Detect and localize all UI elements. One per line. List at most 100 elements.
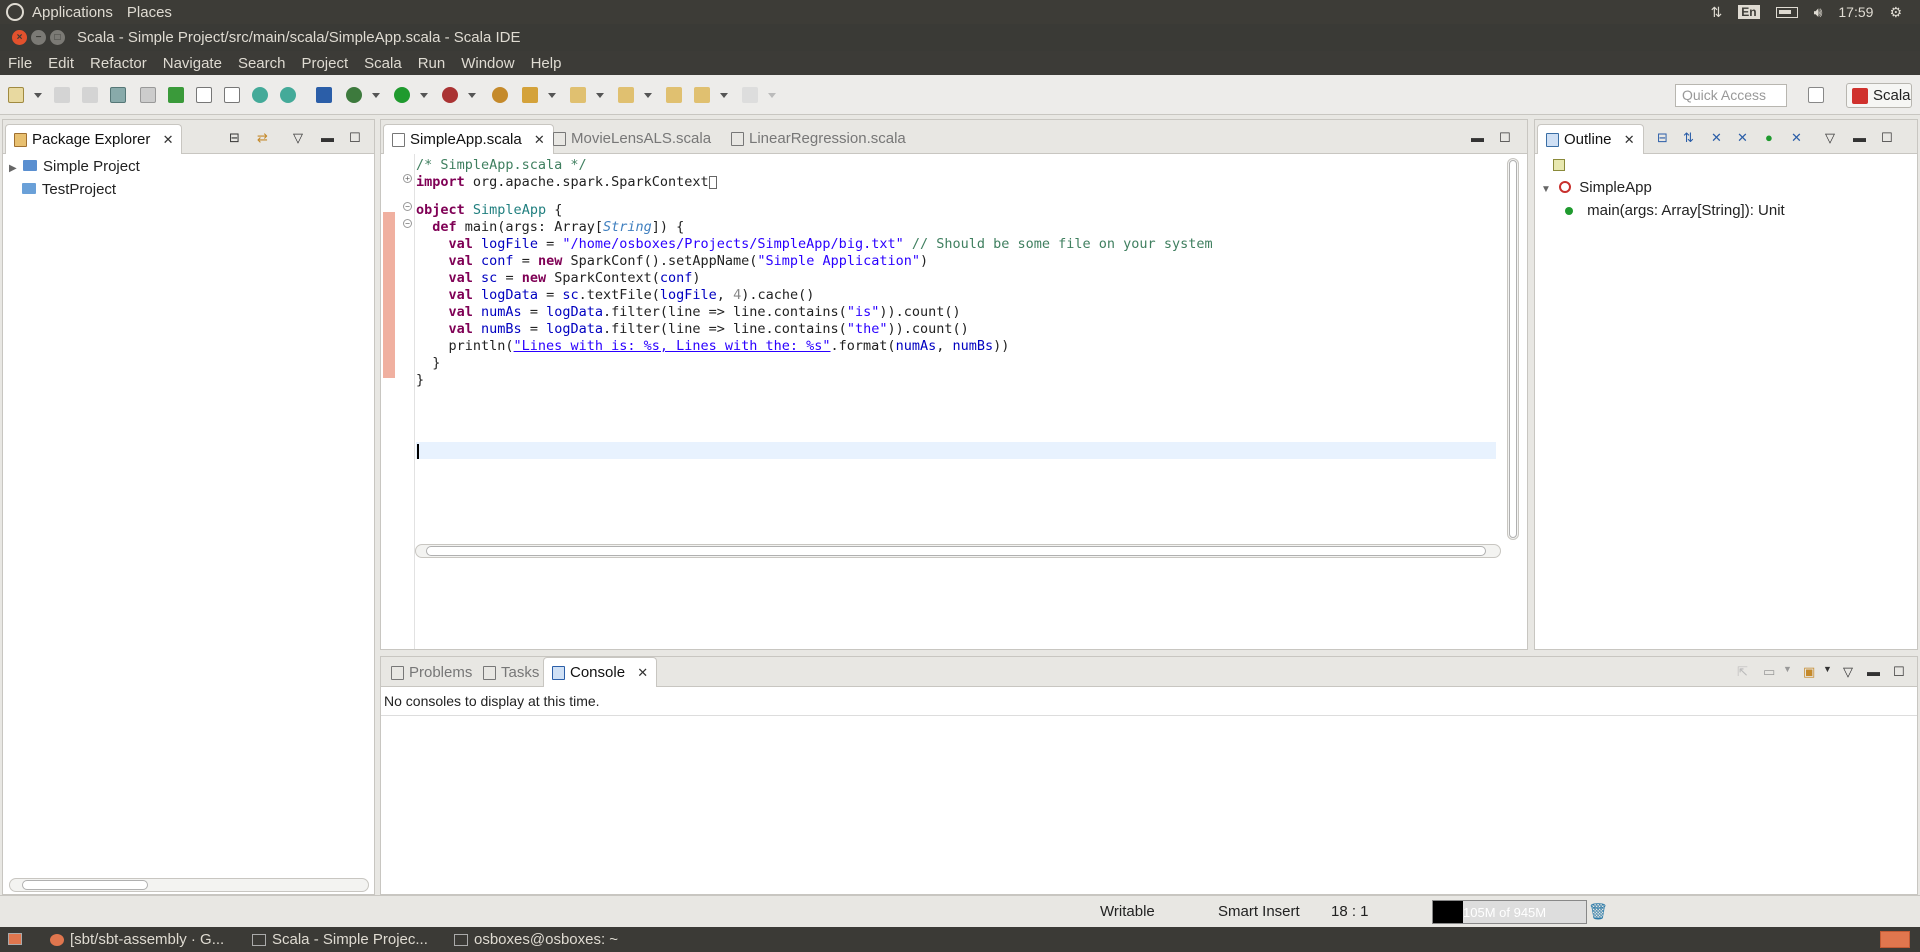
minimize-icon[interactable]: ▬ [1867, 664, 1880, 679]
scala-worksheet-icon[interactable] [252, 87, 268, 103]
maximize-icon[interactable]: ☐ [1893, 664, 1905, 680]
fold-collapse-icon[interactable]: − [403, 219, 412, 228]
battery-icon[interactable] [1775, 6, 1798, 18]
menu-project[interactable]: Project [293, 55, 356, 72]
minimize-window-button[interactable]: − [31, 30, 46, 45]
code-editor[interactable]: + − − /* SimpleApp.scala */ import org.a… [381, 154, 1527, 649]
tree-item-testproject[interactable]: TestProject [20, 181, 116, 198]
collapse-all-icon[interactable]: ⊟ [229, 130, 240, 146]
garbage-collect-icon[interactable]: 🗑︎ [1588, 902, 1608, 922]
tab-problems[interactable]: Problems [383, 657, 480, 687]
clock[interactable]: 17:59 [1838, 4, 1873, 20]
toggle-comment-icon[interactable] [140, 87, 156, 103]
heap-status[interactable]: 105M of 945M [1432, 900, 1587, 924]
minimize-icon[interactable]: ▬ [1471, 130, 1484, 145]
taskbar-item-scala-ide[interactable]: Scala - Simple Projec... [252, 931, 428, 948]
external-tools-dropdown-icon[interactable] [468, 93, 476, 98]
tab-simpleapp-scala[interactable]: SimpleApp.scala ✕ [383, 124, 554, 154]
next-annotation-icon[interactable] [570, 87, 586, 103]
hide-local-types-icon[interactable]: ✕ [1791, 130, 1802, 146]
search-dropdown-icon[interactable] [548, 93, 556, 98]
open-console-dropdown-icon[interactable]: ▼ [1823, 664, 1832, 674]
collapse-all-icon[interactable]: ⊟ [1657, 130, 1668, 146]
show-outline-icon[interactable] [168, 87, 184, 103]
sort-icon[interactable]: ⇅ [1683, 130, 1694, 146]
previous-annotation-icon[interactable] [618, 87, 634, 103]
view-menu-icon[interactable]: ▽ [293, 130, 303, 146]
menu-navigate[interactable]: Navigate [155, 55, 230, 72]
next-annotation-dropdown-icon[interactable] [596, 93, 604, 98]
maximize-icon[interactable]: ☐ [1881, 130, 1893, 146]
maximize-icon[interactable]: ☐ [1499, 130, 1511, 146]
hide-fields-icon[interactable]: ✕ [1711, 130, 1722, 146]
tree-item-simple-project[interactable]: ▶ Simple Project [9, 158, 140, 175]
save-all-icon[interactable] [82, 87, 98, 103]
gear-icon[interactable]: ⚙ [1889, 4, 1902, 21]
last-edit-location-icon[interactable] [666, 87, 682, 103]
close-icon[interactable]: ✕ [637, 665, 648, 681]
tab-tasks[interactable]: Tasks [475, 657, 547, 687]
network-arrows-icon[interactable]: ⇅ [1710, 4, 1722, 21]
code-string-link[interactable]: "Lines with is: %s, Lines with the: %s" [514, 338, 831, 354]
menu-file[interactable]: File [0, 55, 40, 72]
quick-access-input[interactable]: Quick Access [1675, 84, 1787, 107]
menu-scala[interactable]: Scala [356, 55, 410, 72]
minimize-icon[interactable]: ▬ [321, 130, 334, 145]
places-menu[interactable]: Places [127, 4, 172, 21]
open-console-icon[interactable]: ▣ [1803, 664, 1815, 680]
skip-breakpoints-icon[interactable] [316, 87, 332, 103]
view-menu-icon[interactable]: ▽ [1843, 664, 1853, 680]
applications-menu[interactable]: Applications [32, 4, 113, 21]
back-icon[interactable] [694, 87, 710, 103]
expand-arrow-icon[interactable]: ▼ [1541, 184, 1551, 195]
close-icon[interactable]: ✕ [1624, 132, 1635, 148]
open-perspective-icon[interactable] [1808, 87, 1824, 103]
taskbar-item-terminal[interactable]: osboxes@osboxes: ~ [454, 931, 618, 948]
menu-search[interactable]: Search [230, 55, 294, 72]
display-console-dropdown-icon[interactable]: ▼ [1783, 664, 1792, 674]
tab-outline[interactable]: Outline ✕ [1537, 124, 1644, 154]
display-selected-console-icon[interactable]: ▭ [1763, 664, 1775, 680]
menu-help[interactable]: Help [523, 55, 570, 72]
debug-dropdown-icon[interactable] [372, 93, 380, 98]
horizontal-scrollbar[interactable] [9, 878, 369, 892]
print-icon[interactable] [110, 87, 126, 103]
tab-console[interactable]: Console ✕ [543, 657, 658, 687]
menu-run[interactable]: Run [410, 55, 454, 72]
new-file-icon[interactable] [8, 87, 24, 103]
view-menu-icon[interactable]: ▽ [1825, 130, 1835, 146]
new-dropdown-icon[interactable] [34, 93, 42, 98]
workspace-switcher-icon[interactable] [1880, 931, 1910, 948]
keyboard-layout-indicator[interactable]: En [1738, 5, 1760, 19]
vertical-scrollbar[interactable] [1507, 158, 1519, 540]
outline-item-main[interactable]: main(args: Array[String]): Unit [1565, 202, 1785, 219]
menu-edit[interactable]: Edit [40, 55, 82, 72]
maximize-icon[interactable]: ☐ [349, 130, 361, 146]
menu-refactor[interactable]: Refactor [82, 55, 155, 72]
show-desktop-icon[interactable] [8, 933, 22, 945]
outline-item-simpleapp[interactable]: ▼ SimpleApp [1541, 179, 1652, 196]
save-icon[interactable] [54, 87, 70, 103]
search-icon[interactable] [522, 87, 538, 103]
forward-dropdown-icon[interactable] [768, 93, 776, 98]
fold-collapse-icon[interactable]: − [403, 202, 412, 211]
fold-expand-icon[interactable]: + [403, 174, 412, 183]
folded-imports-box[interactable] [708, 175, 717, 189]
close-icon[interactable]: ✕ [163, 132, 174, 148]
hide-static-icon[interactable]: ✕ [1737, 130, 1748, 146]
volume-icon[interactable]: 🔊︎ [1814, 4, 1823, 21]
hide-non-public-icon[interactable]: ● [1765, 130, 1773, 145]
close-icon[interactable]: ✕ [534, 132, 545, 148]
tab-linearregression-scala[interactable]: LinearRegression.scala [723, 124, 914, 154]
expand-arrow-icon[interactable]: ▶ [9, 163, 17, 174]
external-tools-icon[interactable] [442, 87, 458, 103]
tab-package-explorer[interactable]: Package Explorer ✕ [5, 124, 183, 154]
taskbar-item-browser[interactable]: [sbt/sbt-assembly · G... [50, 931, 224, 948]
minimize-icon[interactable]: ▬ [1853, 130, 1866, 145]
open-type-icon[interactable] [196, 87, 212, 103]
ubuntu-logo-icon[interactable] [6, 3, 24, 21]
close-window-button[interactable]: × [12, 30, 27, 45]
run-dropdown-icon[interactable] [420, 93, 428, 98]
run-icon[interactable] [394, 87, 410, 103]
menu-window[interactable]: Window [453, 55, 522, 72]
